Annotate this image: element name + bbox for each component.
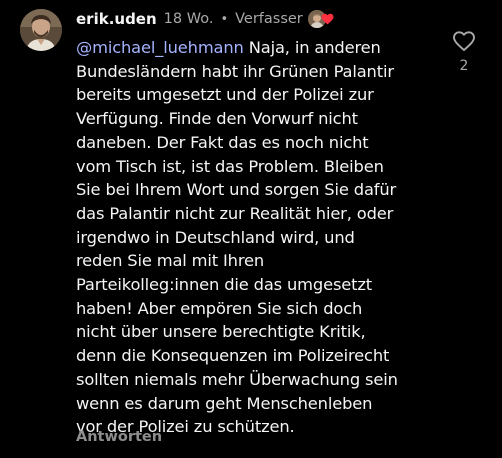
comment-line: Parteikolleg:innen die das umgesetzt (76, 275, 373, 295)
username[interactable]: erik.uden (76, 10, 157, 28)
avatar-image (20, 9, 62, 51)
heart-outline-icon[interactable] (452, 30, 476, 52)
comment-line: reden Sie mal mit Ihren (76, 251, 265, 271)
comment-line-text: Naja, in anderen (243, 38, 381, 57)
comment-line: das Palantir nicht zur Realität hier, od… (76, 203, 394, 223)
like-count: 2 (459, 58, 469, 74)
comment-header: erik.uden 18 Wo. • Verfasser (76, 8, 334, 30)
avatar[interactable] (20, 9, 62, 51)
mention-link[interactable]: @michael_luehmann (76, 38, 244, 57)
comment-line: irgendwo in Deutschland wird, und (76, 227, 355, 247)
comment-line: haben! Aber empören Sie sich doch (76, 298, 363, 318)
comment-text: @michael_luehmann Naja, in anderen Bunde… (76, 36, 448, 439)
author-liked-badge (307, 9, 334, 29)
comment-line: @michael_luehmann Naja, in anderen (76, 36, 448, 60)
comment-line: sollten niemals mehr Überwachung sein (76, 369, 398, 389)
author-label: Verfasser (235, 11, 303, 27)
comment-line: denn die Konsequenzen im Polizeirecht (76, 346, 390, 366)
comment-line: daneben. Der Fakt das es noch nicht (76, 132, 369, 152)
like-area: 2 (450, 30, 478, 74)
comment-line: Verfügung. Finde den Vorwurf nicht (76, 109, 358, 129)
comment-line: vom Tisch ist, ist das Problem. Bleiben (76, 156, 384, 176)
separator-dot: • (220, 11, 229, 27)
comment-line: Sie bei Ihrem Wort und sorgen Sie dafür (76, 180, 397, 200)
comment: erik.uden 18 Wo. • Verfasser @michael_lu… (0, 0, 502, 458)
heart-filled-icon (321, 13, 334, 25)
comment-line: wenn es darum geht Menschenleben (76, 393, 373, 413)
comment-line: Bundesländern habt ihr Grünen Palantir (76, 61, 394, 81)
comment-line: nicht über unsere berechtigte Kritik, (76, 322, 366, 342)
comment-line: bereits umgesetzt und der Polizei zur (76, 85, 374, 105)
reply-button[interactable]: Antworten (76, 429, 162, 445)
comment-timestamp[interactable]: 18 Wo. (164, 11, 214, 27)
